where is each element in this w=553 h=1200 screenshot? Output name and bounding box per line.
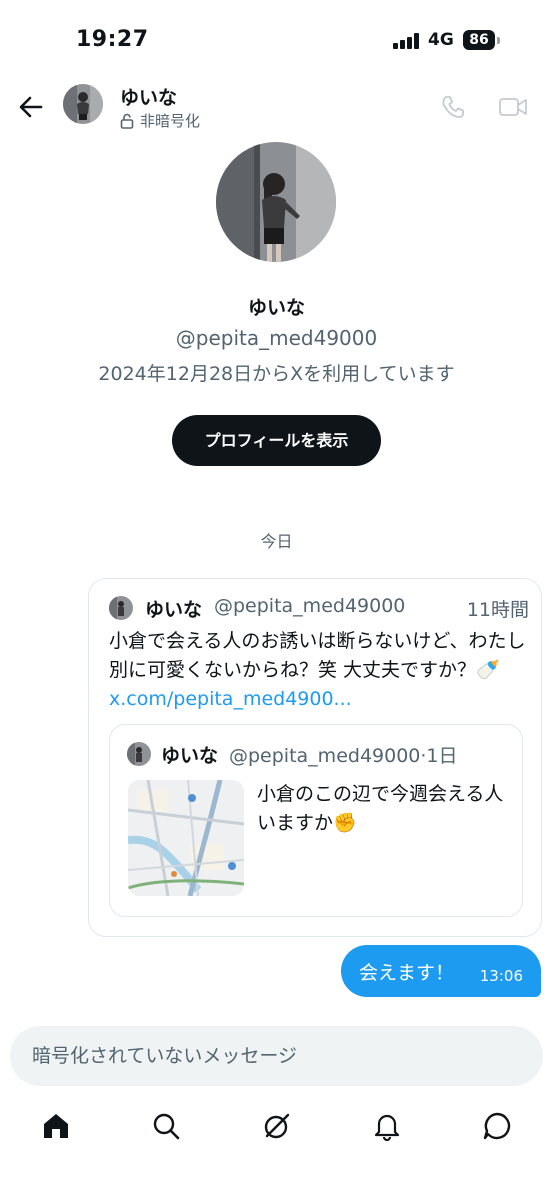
post-text: 小倉で会える人のお誘いは断らないけど、わたし別に可愛くないからね？笑 大丈夫です… xyxy=(109,627,529,714)
status-time: 19:27 xyxy=(76,27,149,52)
unlock-icon xyxy=(120,113,134,129)
bottom-nav xyxy=(0,1100,553,1160)
video-camera-icon xyxy=(499,98,527,116)
battery-icon: 86 xyxy=(463,30,495,50)
quoted-post-card[interactable]: ゆいな @pepita_med49000·1日 小倉のこの辺で今週会える人います… xyxy=(109,724,523,917)
search-icon xyxy=(153,1113,180,1140)
encryption-label: 非暗号化 xyxy=(140,112,201,130)
profile-handle: @pepita_med49000 xyxy=(175,326,378,350)
home-icon xyxy=(44,1114,68,1138)
quote-author-name: ゆいな xyxy=(161,745,219,767)
video-call-button[interactable] xyxy=(498,94,528,120)
post-author-handle: @pepita_med49000 xyxy=(214,595,406,617)
post-header: ゆいな @pepita_med49000 11時間 xyxy=(109,595,529,621)
network-label: 4G xyxy=(428,30,454,50)
quote-author-handle: @pepita_med49000·1日 xyxy=(229,745,458,767)
header-name: ゆいな xyxy=(120,87,178,109)
shared-post-card[interactable]: ゆいな @pepita_med49000 11時間 小倉で会える人のお誘いは断ら… xyxy=(88,578,542,937)
profile-joined-date: 2024年12月28日からXを利用しています xyxy=(98,363,455,385)
nav-search[interactable] xyxy=(150,1110,182,1142)
quote-author-avatar xyxy=(127,742,151,766)
sent-message-bubble[interactable]: 会えます！ 13:06 xyxy=(341,945,541,997)
quote-text: 小倉のこの辺で今週会える人いますか✊ xyxy=(257,783,504,834)
voice-call-button[interactable] xyxy=(440,94,466,120)
view-profile-button[interactable]: プロフィールを表示 xyxy=(172,415,381,466)
header-avatar[interactable] xyxy=(63,84,103,124)
message-composer xyxy=(10,1026,543,1086)
grok-icon xyxy=(264,1113,290,1139)
date-separator: 今日 xyxy=(260,532,293,551)
signal-icon xyxy=(393,33,421,49)
conversation-header: ゆいな 非暗号化 xyxy=(0,80,553,136)
message-text: 会えます！ xyxy=(359,962,455,984)
profile-avatar[interactable] xyxy=(216,142,336,262)
status-bar: 19:27 4G 86 xyxy=(0,0,553,80)
post-time: 11時間 xyxy=(466,599,529,621)
nav-messages[interactable] xyxy=(481,1110,513,1142)
nav-home[interactable] xyxy=(40,1110,72,1142)
encryption-status: 非暗号化 xyxy=(120,110,200,131)
quote-header: ゆいな @pepita_med49000·1日 xyxy=(127,741,517,767)
phone-icon xyxy=(442,96,464,118)
post-body: 小倉で会える人のお誘いは断らないけど、わたし別に可愛くないからね？笑 大丈夫です… xyxy=(109,630,526,681)
nav-notifications[interactable] xyxy=(371,1110,403,1142)
post-author-name: ゆいな xyxy=(145,599,203,621)
map-thumbnail[interactable] xyxy=(128,780,244,896)
message-input[interactable] xyxy=(32,1026,512,1086)
notifications-icon xyxy=(374,1114,400,1142)
message-time: 13:06 xyxy=(479,967,523,985)
post-author-avatar xyxy=(109,596,133,620)
battery-cap xyxy=(497,37,500,44)
profile-name: ゆいな xyxy=(247,297,305,319)
messages-icon xyxy=(483,1112,511,1140)
back-button[interactable] xyxy=(14,90,48,124)
nav-grok[interactable] xyxy=(261,1110,293,1142)
post-link[interactable]: x.com/pepita_med4900... xyxy=(109,688,352,710)
back-arrow-icon xyxy=(19,96,43,118)
